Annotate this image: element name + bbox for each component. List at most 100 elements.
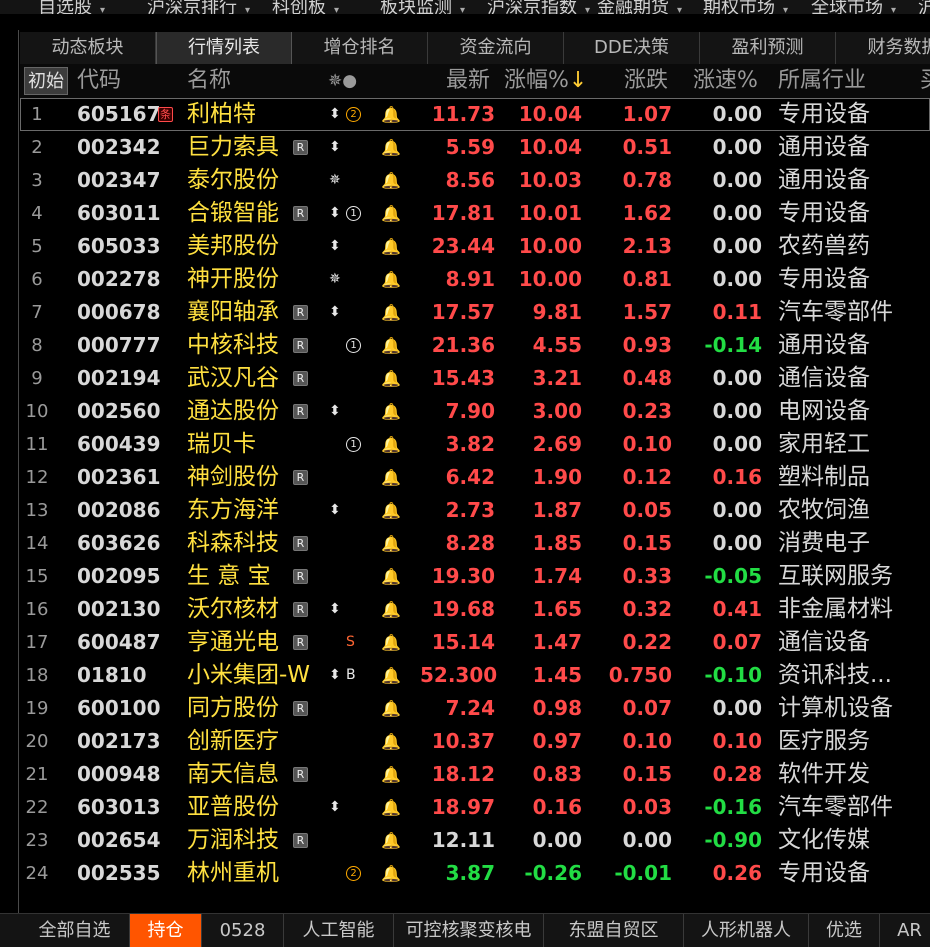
bell-icon[interactable]: 🔔	[381, 824, 401, 857]
bottom-tab[interactable]: 可控核聚变核电	[394, 914, 544, 947]
bell-icon[interactable]: 🔔	[381, 527, 401, 560]
header-industry[interactable]: 所属行业	[778, 64, 866, 98]
row-index: 10	[25, 401, 49, 422]
table-row[interactable]: 18 01810 小米集团-W ⬍ B 🔔 52.300 1.45 0.750 -0.10 资讯科技…	[20, 659, 930, 692]
table-row[interactable]: 11 600439 瑞贝卡 1 🔔 3.82 2.69 0.10 0.00 家用轻工	[20, 428, 930, 461]
header-chg[interactable]: 涨跌	[624, 64, 668, 98]
top-menu-item[interactable]: 板块监测 ▾	[380, 0, 465, 14]
header-code[interactable]: 代码	[77, 64, 121, 98]
bottom-tab[interactable]: 人形机器人	[684, 914, 809, 947]
table-row[interactable]: 4 603011 合锻智能 R ⬍ 1 🔔 17.81 10.01 1.62 0.00 专用设备	[20, 197, 930, 230]
header-index-button[interactable]: 初始	[24, 67, 68, 95]
tab-item[interactable]: 资金流向	[428, 32, 564, 64]
bell-icon[interactable]: 🔔	[381, 593, 401, 626]
bell-icon[interactable]: 🔔	[381, 692, 401, 725]
bottom-tab[interactable]: 全部自选	[20, 914, 130, 947]
bell-icon[interactable]: 🔔	[381, 725, 401, 758]
header-name[interactable]: 名称	[187, 64, 231, 98]
industry: 计算机设备	[778, 695, 893, 721]
table-row[interactable]: 21 000948 南天信息 R 🔔 18.12 0.83 0.15 0.28 软件开发	[20, 758, 930, 791]
tab-item[interactable]: 行情列表	[156, 32, 292, 64]
header-marks[interactable]: ✵●	[328, 64, 357, 98]
bell-icon[interactable]: 🔔	[381, 494, 401, 527]
table-row[interactable]: 6 002278 神开股份 ✵ 🔔 8.91 10.00 0.81 0.00 专用设备	[20, 263, 930, 296]
table-row[interactable]: 13 002086 东方海洋 ⬍ 🔔 2.73 1.87 0.05 0.00 农牧饲渔	[20, 494, 930, 527]
top-menu-item[interactable]: 全球市场 ▾	[811, 0, 896, 14]
table-row[interactable]: 1 605167 利柏特条 ⬍ 2 🔔 11.73 10.04 1.07 0.00 专用设备	[20, 98, 930, 131]
top-menu-item[interactable]: 沪深京排行 ▾	[147, 0, 250, 14]
bell-icon[interactable]: 🔔	[381, 659, 401, 692]
top-menu-label: 期权市场	[703, 0, 775, 14]
table-row[interactable]: 10 002560 通达股份 R ⬍ 🔔 7.90 3.00 0.23 0.00 电网设备	[20, 395, 930, 428]
industry: 塑料制品	[778, 464, 870, 490]
table-row[interactable]: 19 600100 同方股份 R 🔔 7.24 0.98 0.07 0.00 计算机设备	[20, 692, 930, 725]
last-price: 2.73	[445, 498, 495, 522]
top-menu-item[interactable]: 金融期货 ▾	[597, 0, 682, 14]
header-last[interactable]: 最新	[446, 64, 490, 98]
header-pct[interactable]: 涨幅%↓	[504, 64, 587, 98]
bell-icon[interactable]: 🔔	[381, 230, 401, 263]
margin-r-tag-icon: R	[293, 206, 308, 221]
table-row[interactable]: 5 605033 美邦股份 ⬍ 🔔 23.44 10.00 2.13 0.00 农药兽药	[20, 230, 930, 263]
bell-icon[interactable]: 🔔	[381, 461, 401, 494]
table-row[interactable]: 3 002347 泰尔股份 ✵ 🔔 8.56 10.03 0.78 0.00 通用设备	[20, 164, 930, 197]
industry: 汽车零部件	[778, 794, 893, 820]
header-extra[interactable]: 买	[920, 64, 930, 98]
top-menu-item[interactable]: 沪	[918, 0, 930, 14]
table-row[interactable]: 9 002194 武汉凡谷 R 🔔 15.43 3.21 0.48 0.00 通信设备	[20, 362, 930, 395]
bell-icon[interactable]: 🔔	[381, 98, 401, 131]
tab-item[interactable]: 动态板块	[20, 32, 156, 64]
bell-icon[interactable]: 🔔	[381, 197, 401, 230]
bell-icon[interactable]: 🔔	[381, 791, 401, 824]
sort-desc-icon: ↓	[568, 68, 588, 93]
margin-r-tag-icon: R	[293, 767, 308, 782]
table-row[interactable]: 14 603626 科森科技 R 🔔 8.28 1.85 0.15 0.00 消费电子	[20, 527, 930, 560]
table-row[interactable]: 17 600487 亨通光电 R S 🔔 15.14 1.47 0.22 0.07 通信设备	[20, 626, 930, 659]
stock-name: 小米集团-W	[187, 662, 311, 688]
change-speed: 0.00	[712, 399, 762, 423]
bottom-tab[interactable]: 东盟自贸区	[544, 914, 684, 947]
bell-icon[interactable]: 🔔	[381, 329, 401, 362]
header-speed[interactable]: 涨速%	[693, 64, 758, 98]
bell-icon[interactable]: 🔔	[381, 131, 401, 164]
bell-icon[interactable]: 🔔	[381, 626, 401, 659]
table-row[interactable]: 12 002361 神剑股份 R 🔔 6.42 1.90 0.12 0.16 塑料制品	[20, 461, 930, 494]
bottom-tab[interactable]: 人工智能	[284, 914, 394, 947]
bell-icon[interactable]: 🔔	[381, 857, 401, 890]
bell-icon[interactable]: 🔔	[381, 263, 401, 296]
table-row[interactable]: 16 002130 沃尔核材 R ⬍ 🔔 19.68 1.65 0.32 0.41 非金属材料	[20, 593, 930, 626]
tab-item[interactable]: 增仓排名	[292, 32, 428, 64]
table-row[interactable]: 23 002654 万润科技 R 🔔 12.11 0.00 0.00 -0.90 文化传媒	[20, 824, 930, 857]
change-speed: 0.07	[712, 630, 762, 654]
tab-item[interactable]: DDE决策	[564, 32, 700, 64]
top-menu-item[interactable]: 沪深京指数 ▾	[487, 0, 590, 14]
bell-icon[interactable]: 🔔	[381, 296, 401, 329]
bottom-tab[interactable]: 0528	[202, 914, 284, 947]
stock-code: 002535	[77, 861, 161, 885]
bell-icon[interactable]: 🔔	[381, 362, 401, 395]
chevron-down-icon: ▾	[783, 5, 789, 14]
table-row[interactable]: 22 603013 亚普股份 ⬍ 🔔 18.97 0.16 0.03 -0.16 汽车零部件	[20, 791, 930, 824]
tab-item[interactable]: 盈利预测	[700, 32, 836, 64]
bottom-tab[interactable]: AR	[880, 914, 930, 947]
top-menu-item[interactable]: 自选股 ▾	[38, 0, 105, 14]
bell-icon[interactable]: 🔔	[381, 758, 401, 791]
bottom-tab[interactable]: 优选	[809, 914, 880, 947]
bell-icon[interactable]: 🔔	[381, 560, 401, 593]
bell-icon[interactable]: 🔔	[381, 164, 401, 197]
change-percent: 1.85	[532, 531, 582, 555]
bell-icon[interactable]: 🔔	[381, 395, 401, 428]
top-menu-item[interactable]: 科创板 ▾	[272, 0, 339, 14]
change-amount: 0.93	[622, 333, 672, 357]
table-row[interactable]: 8 000777 中核科技 R 1 🔔 21.36 4.55 0.93 -0.14 通用设备	[20, 329, 930, 362]
table-row[interactable]: 15 002095 生 意 宝 R 🔔 19.30 1.74 0.33 -0.05 互联网服务	[20, 560, 930, 593]
table-row[interactable]: 2 002342 巨力索具 R ⬍ 🔔 5.59 10.04 0.51 0.00 通用设备	[20, 131, 930, 164]
tab-item[interactable]: 财务数据	[836, 32, 930, 64]
top-menu-item[interactable]: 期权市场 ▾	[703, 0, 788, 14]
table-row[interactable]: 20 002173 创新医疗 🔔 10.37 0.97 0.10 0.10 医疗服务	[20, 725, 930, 758]
bottom-tab[interactable]: 持仓	[130, 914, 202, 947]
bell-icon[interactable]: 🔔	[381, 428, 401, 461]
table-row[interactable]: 7 000678 襄阳轴承 R ⬍ 🔔 17.57 9.81 1.57 0.11 汽车零部件	[20, 296, 930, 329]
table-row[interactable]: 24 002535 林州重机 2 🔔 3.87 -0.26 -0.01 0.26 专用设备	[20, 857, 930, 890]
stock-name: 同方股份	[187, 695, 279, 721]
